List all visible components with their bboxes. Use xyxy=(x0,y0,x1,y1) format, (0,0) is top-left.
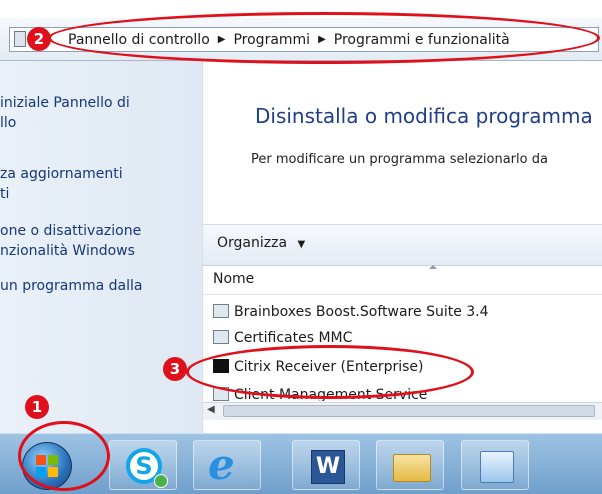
taskbar-internet-explorer[interactable]: e xyxy=(193,440,261,490)
taskbar: S e W xyxy=(0,433,602,494)
breadcrumb-item-control-panel[interactable]: Pannello di controllo xyxy=(68,32,210,48)
status-online-icon xyxy=(154,474,168,488)
program-icon xyxy=(213,330,229,344)
address-field[interactable]: Pannello di controllo ▶ Programmi ▶ Programm… xyxy=(9,27,599,52)
control-panel-icon xyxy=(14,31,26,47)
organize-label: Organizza xyxy=(217,235,288,251)
page-description: Per modificare un programma selezionarlo… xyxy=(251,152,548,167)
link-install-program[interactable]: un programma dalla xyxy=(0,276,198,296)
control-panel-icon xyxy=(480,451,514,483)
program-name: Client Management Service xyxy=(234,387,428,401)
breadcrumb-item-programs-features[interactable]: Programmi e funzionalità xyxy=(334,32,510,48)
taskbar-skype[interactable]: S xyxy=(109,440,177,490)
organize-button[interactable]: Organizza ▼ xyxy=(217,235,305,251)
column-header-name[interactable]: Nome xyxy=(203,265,602,295)
chevron-down-icon: ▼ xyxy=(297,239,306,250)
link-view-updates[interactable]: za aggiornamenti ti xyxy=(0,164,198,204)
command-toolbar: Organizza ▼ xyxy=(203,224,602,266)
chevron-right-icon[interactable]: ▶ xyxy=(218,34,226,45)
link-control-panel-home[interactable]: iniziale Pannello di llo xyxy=(0,93,198,133)
program-icon xyxy=(213,304,229,318)
windows-logo-icon xyxy=(36,455,58,477)
taskbar-word[interactable]: W xyxy=(292,440,360,490)
link-windows-features[interactable]: one o disattivazione nzionalità Windows xyxy=(0,221,198,261)
taskbar-control-panel[interactable] xyxy=(461,440,529,490)
program-row[interactable]: Client Management Service xyxy=(213,387,427,401)
breadcrumb-item-programs[interactable]: Programmi xyxy=(233,32,310,48)
folder-icon xyxy=(393,454,431,482)
citrix-icon xyxy=(213,359,229,373)
program-icon xyxy=(213,387,229,401)
start-button[interactable] xyxy=(22,442,72,490)
annotation-badge-2: 2 xyxy=(27,27,51,51)
program-row-citrix[interactable]: Citrix Receiver (Enterprise) xyxy=(213,359,424,383)
annotation-badge-3: 3 xyxy=(163,357,187,381)
horizontal-scrollbar[interactable]: ◀ xyxy=(203,402,602,420)
taskbar-windows-explorer[interactable] xyxy=(376,440,444,490)
page-title: Disinstalla o modifica programma xyxy=(255,104,593,128)
program-name: Brainboxes Boost.Software Suite 3.4 xyxy=(234,304,489,320)
scrollbar-thumb[interactable] xyxy=(223,405,595,417)
address-bar: Pannello di controllo ▶ Programmi ▶ Programm… xyxy=(0,18,602,61)
breadcrumb: Pannello di controllo ▶ Programmi ▶ Programm… xyxy=(68,32,510,48)
annotation-badge-1: 1 xyxy=(25,395,49,419)
internet-explorer-icon: e xyxy=(208,440,235,489)
program-row[interactable]: Brainboxes Boost.Software Suite 3.4 xyxy=(213,304,489,328)
main-pane: Disinstalla o modifica programma Per mod… xyxy=(202,61,602,433)
chevron-right-icon[interactable]: ▶ xyxy=(318,34,326,45)
program-name: Citrix Receiver (Enterprise) xyxy=(234,359,424,375)
sort-ascending-icon xyxy=(429,265,437,269)
scroll-left-icon[interactable]: ◀ xyxy=(207,404,215,415)
program-name: Certificates MMC xyxy=(234,330,353,346)
word-icon: W xyxy=(311,450,345,484)
column-header-label: Nome xyxy=(213,271,255,287)
program-row[interactable]: Certificates MMC xyxy=(213,330,352,354)
